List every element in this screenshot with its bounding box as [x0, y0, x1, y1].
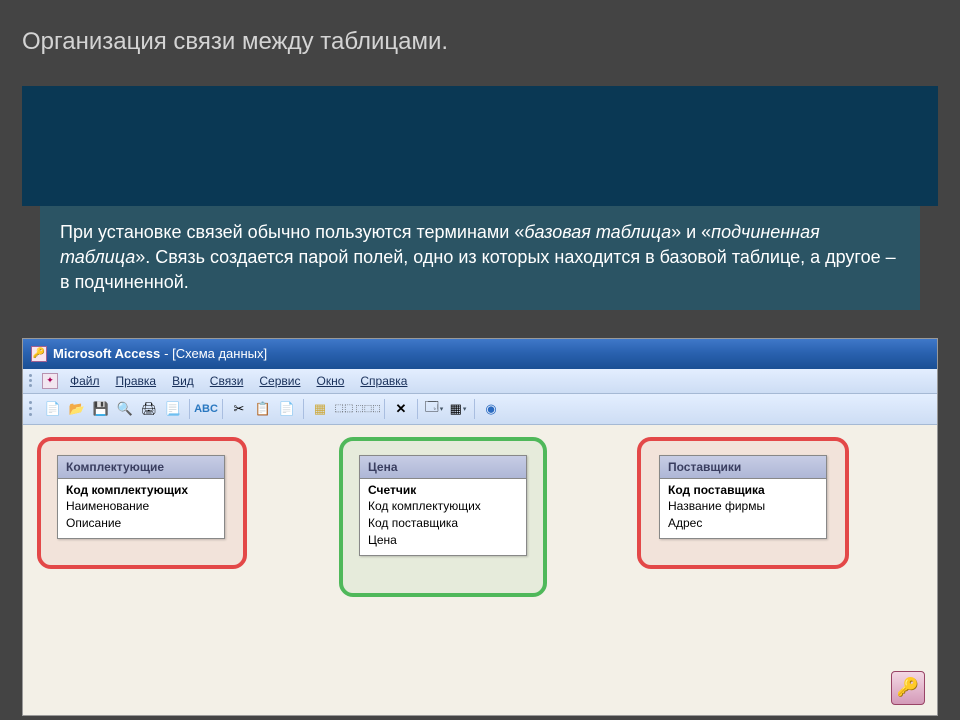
- body-text-part: » и «: [671, 222, 711, 242]
- copy-icon[interactable]: 📋: [252, 398, 274, 420]
- table-field[interactable]: Адрес: [668, 515, 818, 532]
- table-box-postavshchiki[interactable]: Поставщики Код поставщика Название фирмы…: [659, 455, 827, 539]
- menu-edit[interactable]: Правка: [108, 372, 165, 390]
- table-field[interactable]: Код комплектующих: [368, 498, 518, 515]
- toolbar-separator: [384, 399, 385, 419]
- paste-icon[interactable]: 📄: [276, 398, 298, 420]
- table-field[interactable]: Наименование: [66, 498, 216, 515]
- menu-bar: ✦ Файл Правка Вид Связи Сервис Окно Спра…: [23, 369, 937, 394]
- table-field[interactable]: Название фирмы: [668, 498, 818, 515]
- table-title: Комплектующие: [58, 456, 224, 479]
- menubar-leading-icon[interactable]: ✦: [42, 373, 58, 389]
- table-field[interactable]: Цена: [368, 532, 518, 549]
- new-object-icon[interactable]: ▦: [447, 398, 469, 420]
- show-all-icon[interactable]: ⬚⬚⬚: [357, 398, 379, 420]
- window-doc-title: - [Схема данных]: [164, 346, 267, 361]
- toolbar-separator: [303, 399, 304, 419]
- delete-icon[interactable]: ✕: [390, 398, 412, 420]
- access-window: 🔑 Microsoft Access - [Схема данных] ✦ Фа…: [22, 338, 938, 716]
- table-box-komplektuyushchie[interactable]: Комплектующие Код комплектующих Наименов…: [57, 455, 225, 539]
- help-icon[interactable]: ◉: [480, 398, 502, 420]
- blue-spacer-panel: [22, 86, 938, 206]
- access-titlebar: 🔑 Microsoft Access - [Схема данных]: [23, 339, 937, 369]
- access-corner-key-icon: 🔑: [891, 671, 925, 705]
- print-preview-icon[interactable]: 📃: [162, 398, 184, 420]
- table-field[interactable]: Код поставщика: [368, 515, 518, 532]
- toolbar: 📄 📂 💾 🔍 🖨 📃 ABC ✂ 📋 📄 ▦ ⬚⬚ ⬚⬚⬚ ✕ 🗔 ▦ ◉: [23, 394, 937, 425]
- toolbar-handle[interactable]: [29, 400, 36, 418]
- table-field[interactable]: Описание: [66, 515, 216, 532]
- toolbar-separator: [222, 399, 223, 419]
- body-term-base: базовая таблица: [524, 222, 671, 242]
- table-title: Поставщики: [660, 456, 826, 479]
- toolbar-separator: [189, 399, 190, 419]
- menu-tools[interactable]: Сервис: [251, 372, 308, 390]
- menu-help[interactable]: Справка: [352, 372, 415, 390]
- body-text-part: ». Связь создается парой полей, одно из …: [60, 247, 896, 292]
- menu-relationships[interactable]: Связи: [202, 372, 252, 390]
- show-table-icon[interactable]: ▦: [309, 398, 331, 420]
- db-window-icon[interactable]: 🗔: [423, 398, 445, 420]
- toolbar-separator: [474, 399, 475, 419]
- toolbar-separator: [417, 399, 418, 419]
- access-app-icon: 🔑: [31, 346, 47, 362]
- spellcheck-icon[interactable]: ABC: [195, 398, 217, 420]
- table-box-tsena[interactable]: Цена Счетчик Код комплектующих Код поста…: [359, 455, 527, 556]
- menu-window[interactable]: Окно: [308, 372, 352, 390]
- menu-file[interactable]: Файл: [62, 372, 108, 390]
- table-field-pk[interactable]: Код поставщика: [668, 482, 818, 499]
- table-title: Цена: [360, 456, 526, 479]
- save-icon[interactable]: 💾: [90, 398, 112, 420]
- slide-body-text: При установке связей обычно пользуются т…: [40, 206, 920, 310]
- window-app-name: Microsoft Access: [53, 346, 160, 361]
- relationships-canvas[interactable]: Комплектующие Код комплектующих Наименов…: [23, 425, 937, 715]
- search-icon[interactable]: 🔍: [114, 398, 136, 420]
- body-text-part: При установке связей обычно пользуются т…: [60, 222, 524, 242]
- table-field-pk[interactable]: Счетчик: [368, 482, 518, 499]
- show-direct-icon[interactable]: ⬚⬚: [333, 398, 355, 420]
- menubar-handle[interactable]: [29, 373, 36, 389]
- table-field-pk[interactable]: Код комплектующих: [66, 482, 216, 499]
- cut-icon[interactable]: ✂: [228, 398, 250, 420]
- new-icon[interactable]: 📄: [42, 398, 64, 420]
- slide-title: Организация связи между таблицами.: [0, 0, 960, 66]
- menu-view[interactable]: Вид: [164, 372, 202, 390]
- print-icon[interactable]: 🖨: [138, 398, 160, 420]
- open-icon[interactable]: 📂: [66, 398, 88, 420]
